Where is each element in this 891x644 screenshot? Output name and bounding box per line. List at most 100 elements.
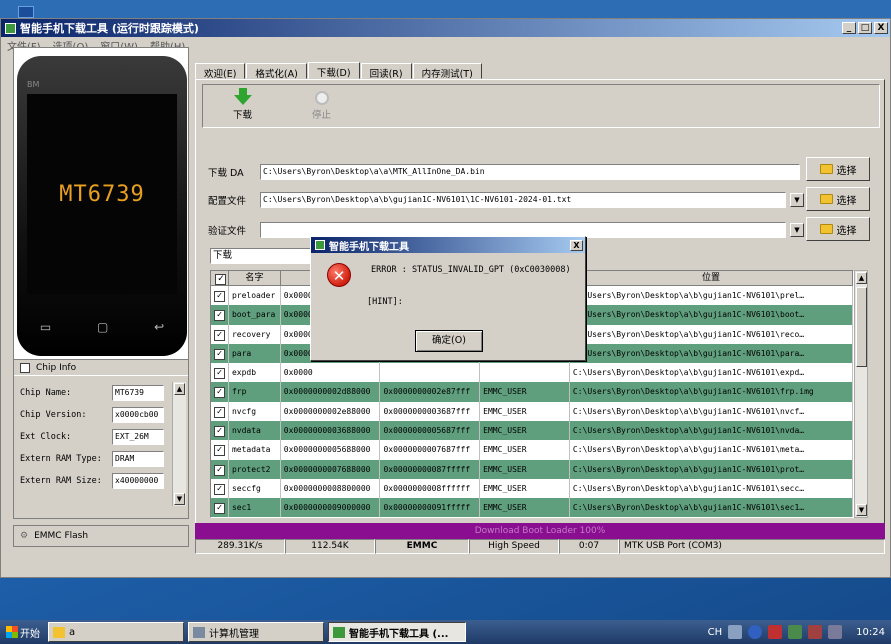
ram-size-label: Extern RAM Size:	[20, 476, 102, 486]
header-name[interactable]: 名字	[228, 271, 281, 286]
row-checkbox[interactable]: ✓	[211, 324, 229, 344]
table-row[interactable]: ✓ metadata 0x0000000005688000 0x00000000076…	[211, 440, 853, 460]
row-location: C:\Users\Byron\Desktop\a\b\gujian1C-NV61…	[570, 343, 853, 364]
close-button[interactable]: X	[874, 22, 888, 34]
row-end-address: 0x0000000008ffffff	[380, 478, 481, 499]
scroll-up-icon[interactable]: ▲	[174, 383, 185, 395]
chip-info-list: Chip Name: MT6739 Chip Version: x0000cb00 …	[16, 382, 172, 506]
checkbox-icon[interactable]: ✓	[214, 348, 225, 360]
row-location: C:\Users\Byron\Desktop\a\b\gujian1C-NV61…	[570, 459, 853, 479]
minimize-button[interactable]: _	[842, 22, 856, 34]
table-row[interactable]: ✓ frp 0x0000000002d88000 0x0000000002e87fff…	[211, 382, 853, 402]
checkbox-icon[interactable]: ✓	[214, 445, 225, 457]
keyboard-icon[interactable]	[728, 625, 743, 639]
maximize-button[interactable]: □	[858, 22, 872, 34]
row-region: EMMC_USER	[480, 498, 570, 517]
da-path-input[interactable]: C:\Users\Byron\Desktop\a\a\MTK_AllInOne_…	[260, 164, 800, 180]
config-label: 配置文件	[208, 196, 247, 207]
row-name: nvdata	[229, 421, 281, 441]
error-icon: ✕	[327, 263, 351, 287]
status-speed: 289.31K/s	[195, 539, 285, 554]
row-checkbox[interactable]: ✓	[211, 286, 229, 306]
verify-dropdown-icon[interactable]: ▼	[790, 223, 804, 237]
table-row[interactable]: ✓ sec1 0x0000000009000000 0x00000000091ffff…	[211, 498, 853, 517]
chip-name-value: MT6739	[112, 385, 164, 401]
download-label: 下载	[233, 110, 253, 121]
download-button[interactable]: 下载	[233, 88, 253, 127]
checkbox-icon[interactable]: ✓	[214, 464, 225, 476]
language-indicator[interactable]: CH	[708, 627, 723, 638]
help-icon[interactable]	[748, 625, 763, 639]
table-row[interactable]: ✓ expdb 0x0000 C:\Users\Byron\Desktop\a\b\g…	[211, 363, 853, 383]
title-bar[interactable]: 智能手机下载工具 (运行时跟踪模式) _ □ X	[1, 19, 890, 37]
scroll-down-icon[interactable]: ▼	[174, 493, 185, 505]
chip-row: Ext Clock: EXT_26M	[16, 426, 172, 448]
checkbox-icon[interactable]: ✓	[214, 310, 225, 322]
checkbox-icon[interactable]: ✓	[214, 483, 225, 495]
phone-preview-pane: BM MT6739 ▭ ▢ ↩	[13, 47, 189, 361]
network-icon[interactable]	[788, 625, 803, 639]
tab-welcome[interactable]: 欢迎(E)	[195, 63, 246, 80]
scroll-thumb[interactable]	[856, 287, 867, 367]
checkbox-icon[interactable]: ✓	[214, 426, 225, 438]
checkbox-icon[interactable]: ✓	[214, 387, 225, 399]
row-checkbox[interactable]: ✓	[211, 343, 229, 364]
scroll-up-icon[interactable]: ▲	[856, 272, 867, 284]
checkbox-icon[interactable]: ✓	[214, 329, 225, 341]
table-row[interactable]: ✓ nvcfg 0x0000000002e88000 0x0000000003687f…	[211, 401, 853, 422]
start-button[interactable]: 开始	[2, 621, 44, 643]
table-row[interactable]: ✓ protect2 0x0000000007688000 0x00000000087…	[211, 459, 853, 479]
security-icon[interactable]	[808, 625, 823, 639]
tab-readback[interactable]: 回读(R)	[360, 63, 412, 80]
select-config-button[interactable]: 选择	[806, 187, 870, 211]
config-dropdown-icon[interactable]: ▼	[790, 193, 804, 207]
header-location[interactable]: 位置	[569, 271, 853, 286]
row-checkbox[interactable]: ✓	[211, 459, 229, 479]
row-checkbox[interactable]: ✓	[211, 478, 229, 499]
emmc-flash-pane[interactable]: ⚙ EMMC Flash	[13, 525, 189, 547]
scroll-down-icon[interactable]: ▼	[856, 504, 867, 516]
row-checkbox[interactable]: ✓	[211, 440, 229, 460]
table-scrollbar[interactable]: ▲ ▼	[854, 270, 868, 518]
row-begin-address: 0x0000	[281, 363, 381, 383]
taskbar-item-computer-management[interactable]: 计算机管理	[188, 622, 324, 642]
desktop-icon[interactable]	[18, 6, 34, 18]
volume-icon[interactable]	[828, 625, 843, 639]
table-row[interactable]: ✓ nvdata 0x0000000003688000 0x0000000005687…	[211, 421, 853, 441]
config-row: 配置文件 C:\Users\Byron\Desktop\a\b\gujian1C…	[208, 192, 804, 208]
taskbar-item-label: a	[69, 626, 76, 638]
chip-info-header[interactable]: Chip Info	[14, 360, 188, 376]
dialog-close-button[interactable]: X	[570, 239, 583, 251]
shield-icon[interactable]	[768, 625, 783, 639]
tab-format[interactable]: 格式化(A)	[246, 63, 307, 80]
tab-memory-test[interactable]: 内存测试(T)	[412, 63, 482, 80]
ok-button[interactable]: 确定(O)	[415, 330, 483, 352]
dialog-title-bar[interactable]: 智能手机下载工具 X	[311, 237, 585, 253]
table-row[interactable]: ✓ seccfg 0x0000000008800000 0x0000000008fff…	[211, 478, 853, 499]
stop-button[interactable]: 停止	[312, 89, 331, 127]
checkbox-icon[interactable]: ✓	[214, 406, 225, 418]
clock[interactable]: 10:24	[856, 627, 885, 638]
row-checkbox[interactable]: ✓	[211, 498, 229, 517]
checkbox-icon[interactable]: ✓	[214, 291, 225, 302]
chip-info-scrollbar[interactable]: ▲ ▼	[172, 382, 186, 506]
config-path-input[interactable]: C:\Users\Byron\Desktop\a\b\gujian1C-NV61…	[260, 192, 786, 208]
row-checkbox[interactable]: ✓	[211, 401, 229, 422]
row-name: nvcfg	[229, 401, 281, 422]
app-icon	[315, 240, 325, 250]
row-checkbox[interactable]: ✓	[211, 421, 229, 441]
select-verify-button[interactable]: 选择	[806, 217, 870, 241]
checkbox-icon[interactable]: ✓	[214, 503, 225, 515]
taskbar-item-folder[interactable]: a	[48, 622, 184, 642]
row-checkbox[interactable]: ✓	[211, 363, 229, 383]
status-bar: 289.31K/s 112.54K EMMC High Speed 0:07 M…	[195, 539, 885, 554]
row-checkbox[interactable]: ✓	[211, 305, 229, 325]
tab-download[interactable]: 下载(D)	[307, 62, 360, 79]
header-check[interactable]: ✓	[211, 271, 229, 286]
row-checkbox[interactable]: ✓	[211, 382, 229, 402]
checkbox-icon[interactable]: ✓	[214, 368, 225, 380]
row-region: EMMC_USER	[480, 382, 570, 402]
row-name: preloader	[229, 286, 281, 306]
taskbar-item-download-tool[interactable]: 智能手机下载工具 (...	[328, 622, 466, 642]
select-da-button[interactable]: 选择	[806, 157, 870, 181]
